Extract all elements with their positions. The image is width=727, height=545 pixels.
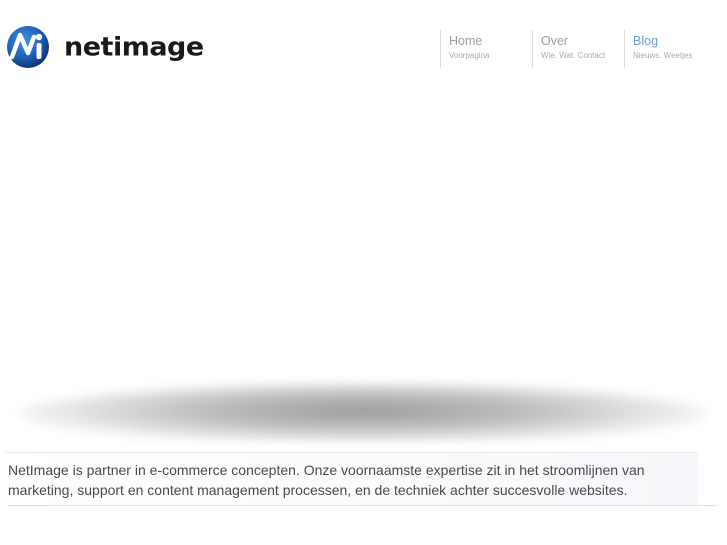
- nav-item-blog[interactable]: Blog Nieuws. Weetjes: [624, 30, 716, 68]
- nav-item-subtitle: Voorpagina: [449, 51, 490, 60]
- site-logo[interactable]: netimage: [6, 24, 216, 70]
- nav-item-over[interactable]: Over Wie. Wat. Contact: [532, 30, 624, 68]
- nav-item-title: Home: [449, 34, 483, 48]
- nav-item-home[interactable]: Home Voorpagina: [440, 30, 532, 68]
- shadow-fade: [4, 438, 723, 452]
- main-nav: Home Voorpagina Over Wie. Wat. Contact B…: [440, 30, 716, 68]
- nav-item-subtitle: Nieuws. Weetjes: [633, 51, 693, 60]
- nav-item-subtitle: Wie. Wat. Contact: [541, 51, 606, 60]
- banner-shadow: [4, 370, 723, 452]
- brand-name: netimage: [64, 32, 204, 62]
- netimage-logo-icon: [7, 26, 49, 68]
- nav-item-title: Blog: [633, 34, 659, 48]
- intro-text: NetImage is partner in e-commerce concep…: [8, 462, 645, 498]
- nav-item-title: Over: [541, 34, 569, 48]
- shadow-blob: [18, 384, 708, 444]
- section-divider: [7, 505, 717, 506]
- intro-section: NetImage is partner in e-commerce concep…: [5, 452, 698, 508]
